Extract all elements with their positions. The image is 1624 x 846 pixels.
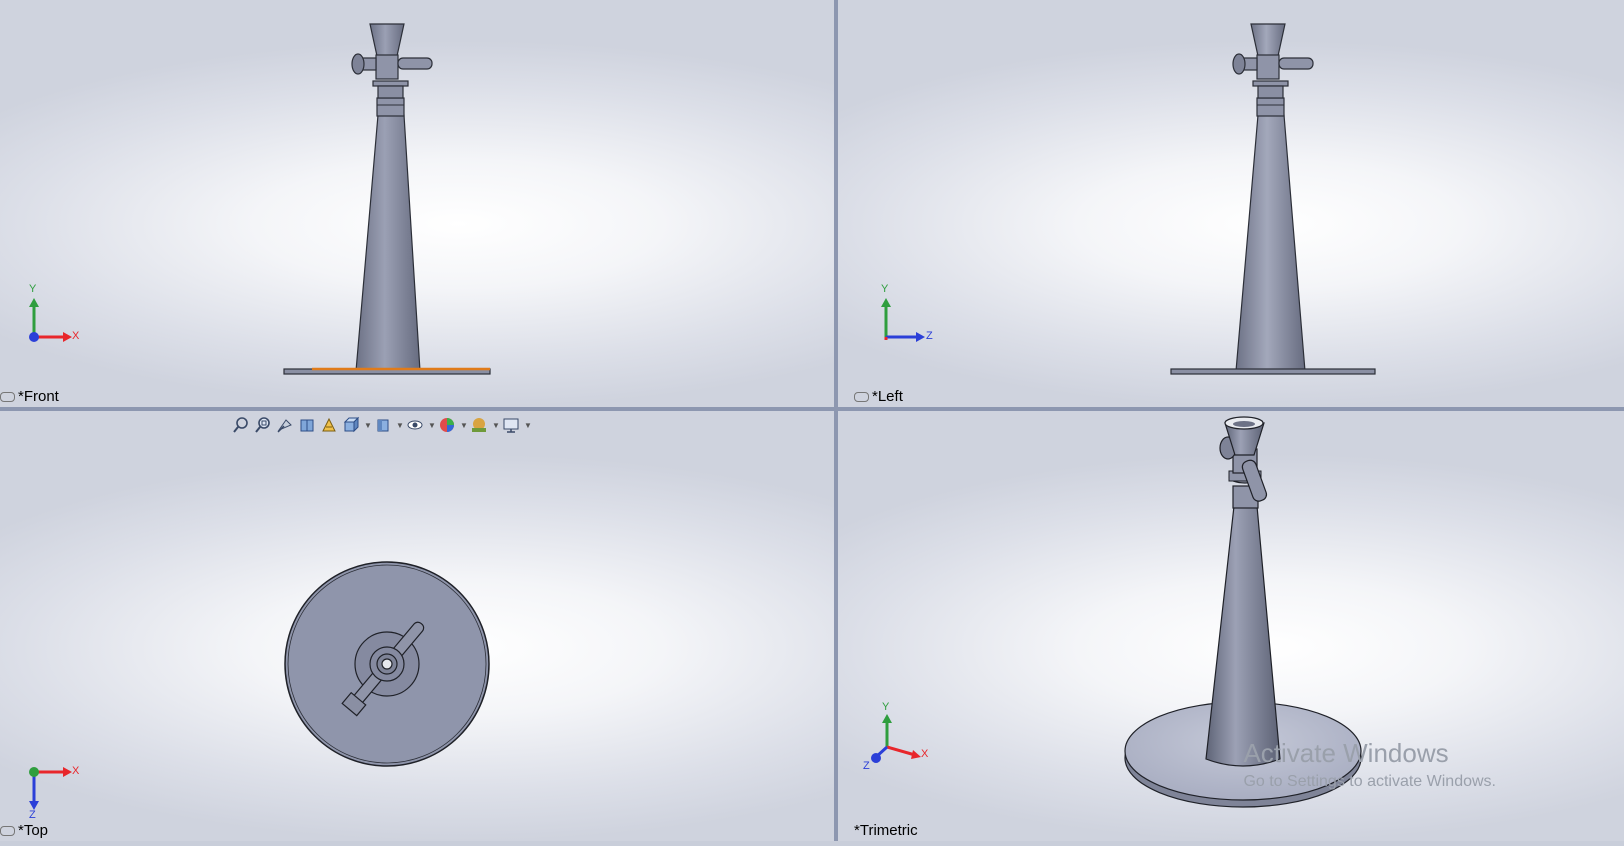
- viewport-name: *Front: [18, 388, 59, 405]
- model-left-view[interactable]: [838, 0, 1624, 407]
- axis-label-y: Y: [882, 701, 890, 713]
- axis-label-z: Z: [863, 760, 870, 772]
- link-views-icon: [0, 825, 15, 836]
- horizontal-splitter[interactable]: [0, 407, 1624, 411]
- vertical-splitter[interactable]: [834, 0, 838, 846]
- windows-activation-watermark: Activate Windows Go to Settings to activ…: [1243, 738, 1496, 791]
- model-trimetric-view[interactable]: [838, 411, 1624, 841]
- viewport-label-top[interactable]: *Top: [0, 822, 48, 839]
- viewport-front[interactable]: Y X *Front: [0, 0, 834, 407]
- viewport-label-front[interactable]: *Front: [0, 388, 59, 405]
- viewport-name: *Left: [872, 388, 903, 405]
- model-top-view[interactable]: [0, 411, 834, 841]
- watermark-title: Activate Windows: [1243, 738, 1449, 768]
- axis-label-y: Y: [881, 283, 889, 295]
- viewport-left[interactable]: Y Z *Left: [838, 0, 1624, 407]
- viewport-name: *Trimetric: [854, 822, 918, 839]
- axis-label-y: Y: [29, 283, 37, 295]
- cone-body: [1205, 505, 1281, 767]
- axis-label-x: X: [921, 748, 929, 760]
- model-front-view[interactable]: [0, 0, 834, 407]
- axis-triad-trimetric: [871, 714, 921, 763]
- axis-label-x: X: [72, 765, 80, 777]
- watermark-subtitle: Go to Settings to activate Windows.: [1243, 773, 1496, 790]
- axis-triad-top: [29, 767, 72, 810]
- viewport-top[interactable]: ▼ ▼ ▼ ▼ ▼ ▼ X Z *Top: [0, 411, 834, 841]
- cone-body: [355, 114, 421, 372]
- axis-triad-left: [881, 298, 925, 342]
- viewport-trimetric[interactable]: Y X Z *Trimetric Activate Windows Go to …: [838, 411, 1624, 841]
- viewport-label-trimetric[interactable]: *Trimetric: [854, 822, 918, 839]
- link-views-icon: [854, 391, 869, 402]
- axis-label-z: Z: [926, 330, 933, 342]
- viewport-label-left[interactable]: *Left: [854, 388, 903, 405]
- axis-label-x: X: [72, 330, 80, 342]
- axis-triad-front: [29, 298, 72, 342]
- viewport-name: *Top: [18, 822, 49, 839]
- axis-label-z: Z: [29, 809, 36, 821]
- link-views-icon: [0, 391, 15, 402]
- bottom-edge: [0, 841, 1624, 846]
